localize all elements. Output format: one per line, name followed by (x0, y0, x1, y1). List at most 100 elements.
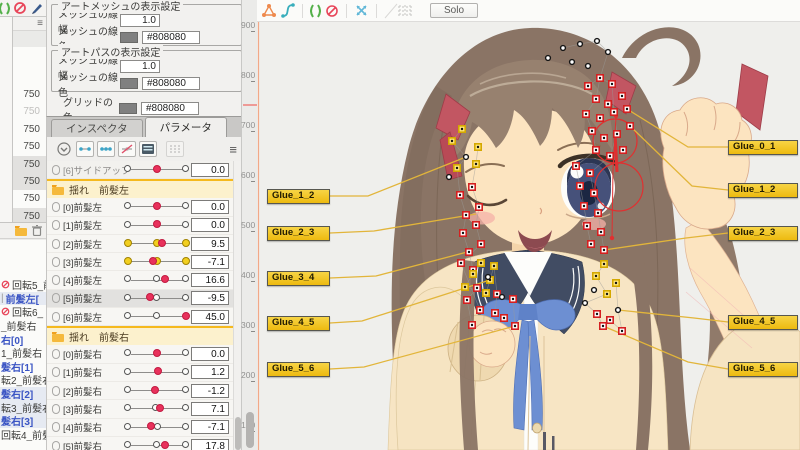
parameter-value[interactable]: 16.6 (191, 273, 229, 287)
canvas-scrollbar-thumb[interactable] (246, 412, 254, 448)
parameter-slider[interactable] (129, 309, 187, 325)
slider-handle[interactable] (124, 275, 131, 282)
slider-handle[interactable] (182, 275, 189, 282)
slider-handle[interactable] (182, 349, 189, 356)
two-point-key-icon[interactable] (76, 141, 94, 157)
link-icon[interactable] (52, 349, 60, 359)
parameter-row[interactable]: [6]前髪左45.0 (47, 308, 233, 326)
object-list-item[interactable]: 転2_前髪右 (0, 373, 46, 387)
slider-handle[interactable] (124, 239, 132, 247)
texture-size-row[interactable]: 750 (13, 103, 46, 120)
link-icon[interactable] (52, 293, 60, 303)
slider-handle[interactable] (182, 423, 189, 430)
object-list-item[interactable]: 髪右[3] (0, 414, 46, 428)
parameter-row[interactable]: [1]前髪左0.0 (47, 217, 233, 235)
glue-label[interactable]: Glue_4_5 (267, 316, 330, 331)
parameter-value[interactable]: 0.0 (191, 347, 229, 361)
parameter-slider[interactable] (129, 290, 187, 306)
slider-handle[interactable] (124, 404, 131, 411)
mesh-control-point[interactable] (586, 64, 591, 69)
parameter-row[interactable]: [0]前髪左0.0 (47, 198, 233, 216)
transform-icon[interactable] (354, 3, 369, 18)
parameter-row[interactable]: [3]前髪左-7.1 (47, 253, 233, 271)
texture-size-row[interactable]: 750 (13, 173, 46, 190)
object-list-item[interactable]: 髪右[1] (0, 360, 46, 374)
parameter-slider[interactable] (129, 236, 187, 252)
parameter-scrollbar[interactable] (233, 161, 241, 450)
parameter-row[interactable]: [4]前髪右-7.1 (47, 419, 233, 437)
slider-handle[interactable] (182, 239, 190, 247)
slider-handle[interactable] (147, 422, 155, 430)
parameter-slider[interactable] (129, 383, 187, 399)
texture-size-row[interactable]: 750 (13, 190, 46, 207)
mesh-width-input[interactable]: 1.0 (120, 14, 160, 27)
slider-handle[interactable] (153, 275, 160, 282)
mesh-color-swatch[interactable] (120, 32, 138, 43)
glue-label[interactable]: Glue_2_3 (728, 226, 798, 241)
parameter-menu-icon[interactable]: ≡ (229, 142, 237, 157)
glue-label[interactable]: Glue_5_6 (267, 362, 330, 377)
parameter-slider[interactable] (129, 162, 187, 178)
parameter-slider[interactable] (129, 346, 187, 362)
object-list-item[interactable]: 髪右[2] (0, 387, 46, 401)
grid-toggle-icon[interactable] (384, 3, 414, 19)
parameter-value[interactable]: -7.1 (191, 420, 229, 434)
slider-handle[interactable] (124, 221, 131, 228)
parameter-value[interactable]: 1.2 (191, 365, 229, 379)
mesh-control-point[interactable] (606, 50, 611, 55)
link-icon[interactable] (52, 220, 60, 230)
parameter-group-header[interactable]: 揺れ 前髪左 (47, 179, 233, 198)
object-list-item[interactable]: 回転4_前髪 (0, 428, 46, 442)
link-icon[interactable] (52, 386, 60, 396)
slider-handle[interactable] (182, 441, 189, 448)
parameter-row[interactable]: [2]前髪左9.5 (47, 235, 233, 253)
slider-handle[interactable] (156, 404, 164, 412)
slider-handle[interactable] (182, 221, 189, 228)
parameter-row[interactable]: [1]前髪右1.2 (47, 364, 233, 382)
mesh-control-point[interactable] (578, 42, 583, 47)
parameter-row[interactable]: [0]前髪右0.0 (47, 345, 233, 363)
link-icon[interactable] (52, 239, 60, 249)
tab-inspector[interactable]: インスペクタ (51, 119, 143, 137)
slider-handle[interactable] (124, 165, 131, 172)
slider-handle[interactable] (154, 367, 162, 375)
list-menu-icon[interactable]: ≡ (13, 17, 46, 31)
mesh-control-point[interactable] (592, 288, 597, 293)
path-width-input[interactable]: 1.0 (120, 60, 160, 73)
slider-handle[interactable] (153, 349, 161, 357)
slider-handle[interactable] (154, 423, 161, 430)
keyform-panel-icon[interactable] (139, 141, 157, 157)
path-color-swatch[interactable] (120, 78, 138, 89)
slider-handle[interactable] (146, 293, 154, 301)
warp-deformer-icon[interactable] (310, 4, 321, 18)
parameter-row[interactable]: [5]前髪右17.8 (47, 437, 233, 450)
parameter-value[interactable]: 17.8 (191, 439, 229, 450)
slider-handle[interactable] (124, 386, 131, 393)
mesh-control-point[interactable] (616, 308, 621, 313)
parameter-value[interactable]: 0.0 (191, 200, 229, 214)
mesh-control-point[interactable] (561, 46, 566, 51)
collapse-all-icon[interactable] (55, 141, 73, 157)
parameter-slider[interactable] (129, 272, 187, 288)
slider-handle[interactable] (124, 423, 131, 430)
mesh-control-point[interactable] (464, 155, 469, 160)
slider-handle[interactable] (182, 312, 190, 320)
folder-icon[interactable] (15, 226, 27, 236)
glue-label[interactable]: Glue_5_6 (728, 362, 798, 377)
slider-handle[interactable] (124, 368, 131, 375)
object-list-item[interactable]: 1_前髪右 (0, 346, 46, 360)
parameter-value[interactable]: -1.2 (191, 384, 229, 398)
slider-handle[interactable] (124, 441, 131, 448)
art-mesh-icon[interactable] (261, 3, 277, 18)
parameter-row[interactable]: [5]前髪左-9.5 (47, 290, 233, 308)
parameter-slider[interactable] (129, 419, 187, 435)
link-icon[interactable] (52, 165, 60, 175)
slider-handle[interactable] (158, 239, 166, 247)
parameter-value[interactable]: -7.1 (191, 255, 229, 269)
grid-color-swatch[interactable] (119, 103, 137, 114)
glue-label[interactable]: Glue_4_5 (728, 315, 798, 330)
parameter-slider[interactable] (129, 438, 187, 450)
parameter-row[interactable]: [3]前髪右7.1 (47, 400, 233, 418)
link-icon[interactable] (52, 275, 60, 285)
object-list-item[interactable]: 回転6_ (0, 305, 46, 319)
